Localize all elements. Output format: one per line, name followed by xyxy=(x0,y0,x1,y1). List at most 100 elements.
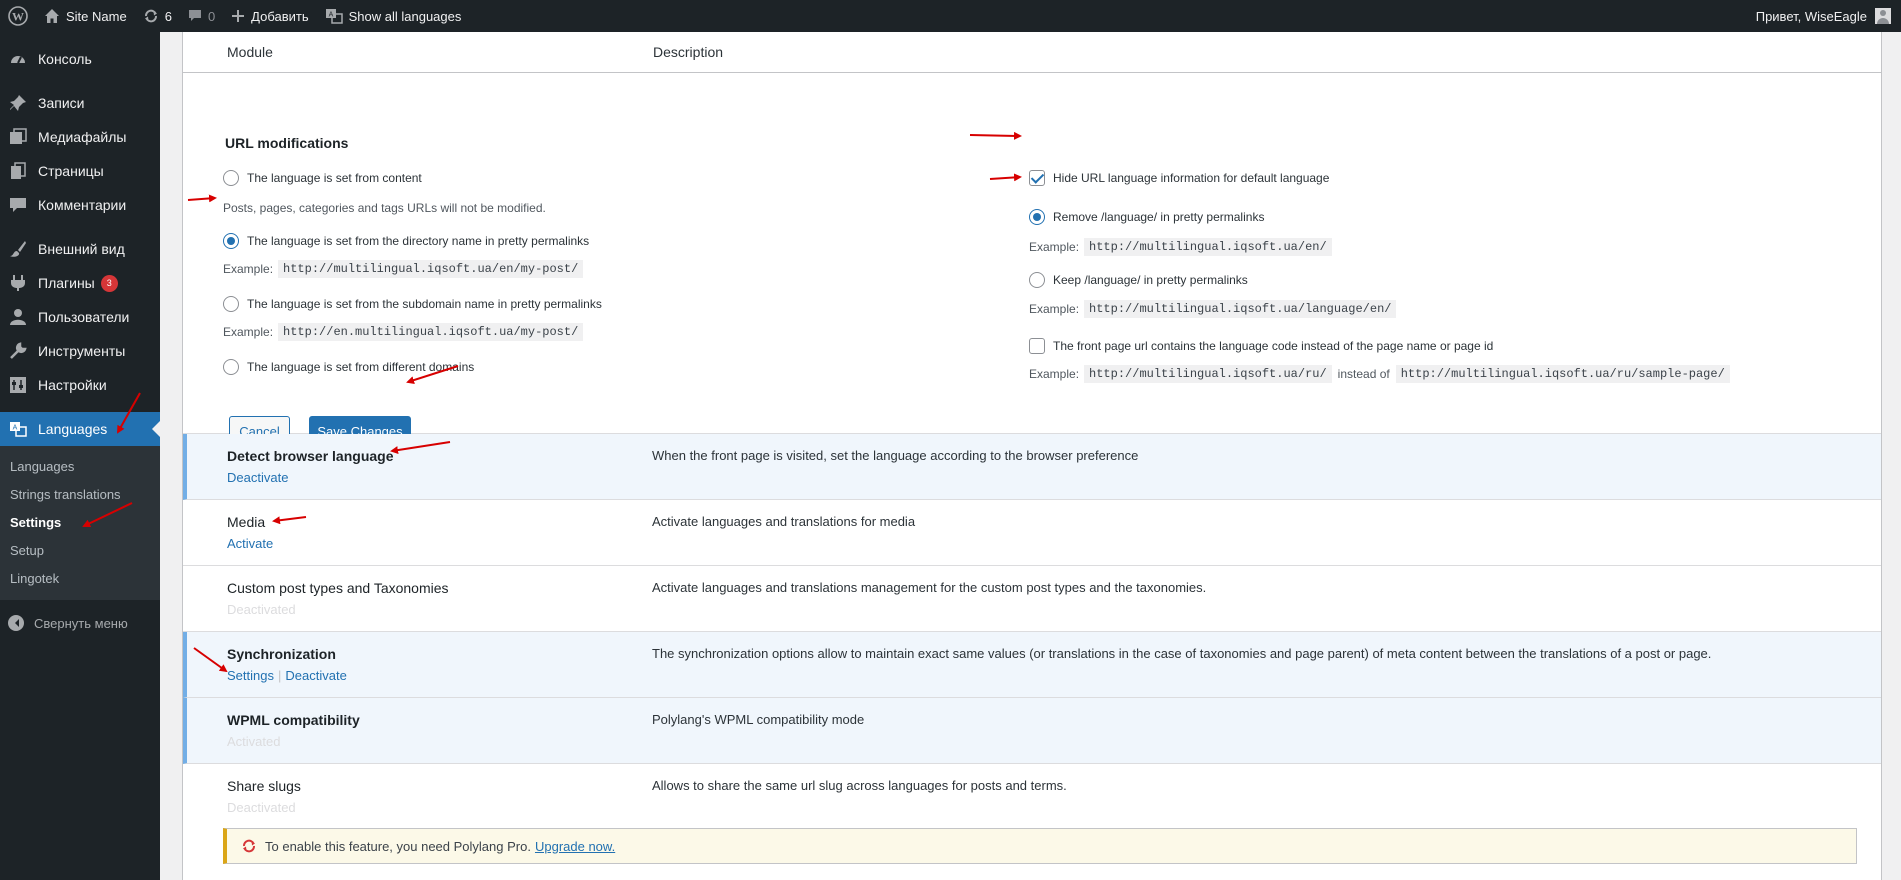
comment-icon xyxy=(8,195,28,215)
pro-notice-wrap: To enable this feature, you need Polylan… xyxy=(183,828,1881,870)
menu-item-plugins[interactable]: Плагины 3 xyxy=(0,266,160,300)
option-label: Hide URL language information for defaul… xyxy=(1053,171,1330,185)
menu-item-pages[interactable]: Страницы xyxy=(0,154,160,188)
comments-link[interactable]: 0 xyxy=(180,0,223,32)
example-url: http://multilingual.iqsoft.ua/en/ xyxy=(1084,238,1332,256)
radio-remove-language[interactable] xyxy=(1029,209,1045,225)
svg-text:A: A xyxy=(328,12,333,19)
option-hide-default-language[interactable]: Hide URL language information for defaul… xyxy=(1029,170,1329,186)
deactivated-status: Deactivated xyxy=(227,602,296,617)
upgrade-now-link[interactable]: Upgrade now. xyxy=(535,839,615,854)
option-language-from-content[interactable]: The language is set from content xyxy=(223,170,422,186)
option-keep-language[interactable]: Keep /language/ in pretty permalinks xyxy=(1029,272,1248,288)
wrench-icon xyxy=(8,341,28,361)
menu-item-dashboard[interactable]: Консоль xyxy=(0,42,160,76)
option-label: The language is set from the subdomain n… xyxy=(247,297,602,311)
module-row-share-slugs: Share slugs Deactivated Allows to share … xyxy=(183,764,1881,830)
avatar xyxy=(1875,8,1891,24)
media-icon xyxy=(8,127,28,147)
updates-link[interactable]: 6 xyxy=(135,0,180,32)
site-name-link[interactable]: Site Name xyxy=(36,0,135,32)
svg-text:W: W xyxy=(12,10,24,24)
module-actions: Activate xyxy=(227,536,273,551)
activate-link[interactable]: Activate xyxy=(227,536,273,551)
menu-label: Страницы xyxy=(38,163,104,179)
example-label: Example: xyxy=(1029,367,1080,381)
front-page-example: Example: http://multilingual.iqsoft.ua/r… xyxy=(1029,365,1730,383)
radio-directory[interactable] xyxy=(223,233,239,249)
submenu-lingotek[interactable]: Lingotek xyxy=(0,565,160,593)
menu-item-settings[interactable]: Настройки xyxy=(0,368,160,402)
radio-domains[interactable] xyxy=(223,359,239,375)
plugin-icon xyxy=(8,273,28,293)
module-description: When the front page is visited, set the … xyxy=(652,448,1139,463)
deactivate-link[interactable]: Deactivate xyxy=(227,470,288,485)
module-row-synchronization: Synchronization Settings | Deactivate The … xyxy=(183,632,1881,698)
settings-link[interactable]: Settings xyxy=(227,668,274,683)
menu-item-users[interactable]: Пользователи xyxy=(0,300,160,334)
option-front-page-language-code[interactable]: The front page url contains the language… xyxy=(1029,338,1493,354)
translation-icon: A xyxy=(325,8,343,24)
option-language-from-directory[interactable]: The language is set from the directory n… xyxy=(223,233,589,249)
menu-label: Настройки xyxy=(38,377,107,393)
show-all-languages-link[interactable]: A Show all languages xyxy=(317,0,470,32)
site-name: Site Name xyxy=(66,8,127,24)
keep-language-example: Example: http://multilingual.iqsoft.ua/l… xyxy=(1029,300,1397,318)
wordpress-logo-icon[interactable]: W xyxy=(0,0,36,32)
example-url: http://multilingual.iqsoft.ua/ru/sample-… xyxy=(1395,365,1730,383)
radio-subdomain[interactable] xyxy=(223,296,239,312)
option-remove-language[interactable]: Remove /language/ in pretty permalinks xyxy=(1029,209,1264,225)
account-menu[interactable]: Привет, WiseEagle xyxy=(1756,8,1901,24)
collapse-label: Свернуть меню xyxy=(34,615,128,631)
add-new-link[interactable]: Добавить xyxy=(223,0,316,32)
option-language-from-subdomain[interactable]: The language is set from the subdomain n… xyxy=(223,296,602,312)
menu-item-languages[interactable]: A Languages xyxy=(0,412,160,446)
module-actions: Activated xyxy=(227,734,280,749)
remove-language-example: Example: http://multilingual.iqsoft.ua/e… xyxy=(1029,238,1332,256)
checkbox-front-page[interactable] xyxy=(1029,338,1045,354)
menu-item-appearance[interactable]: Внешний вид xyxy=(0,232,160,266)
greeting: Привет, WiseEagle xyxy=(1755,8,1867,24)
module-name: Share slugs xyxy=(227,778,301,794)
menu-label: Консоль xyxy=(38,51,92,67)
module-name: WPML compatibility xyxy=(227,712,360,728)
plus-icon xyxy=(231,9,245,23)
column-module: Module xyxy=(227,44,273,60)
module-name: Media xyxy=(227,514,266,530)
submenu-settings[interactable]: Settings xyxy=(0,509,160,537)
menu-label: Комментарии xyxy=(38,197,127,213)
option-label: The language is set from content xyxy=(247,171,422,185)
option-language-from-domains[interactable]: The language is set from different domai… xyxy=(223,359,474,375)
deactivate-link[interactable]: Deactivate xyxy=(285,668,346,683)
collapse-menu-button[interactable]: Свернуть меню xyxy=(0,606,160,640)
action-separator: | xyxy=(277,668,282,683)
module-name: Detect browser language xyxy=(227,448,394,464)
table-header: Module Description xyxy=(183,32,1881,73)
menu-item-posts[interactable]: Записи xyxy=(0,86,160,120)
pin-icon xyxy=(8,93,28,113)
submenu-setup[interactable]: Setup xyxy=(0,537,160,565)
collapse-icon xyxy=(8,615,24,631)
option-label: The language is set from the directory n… xyxy=(247,234,590,248)
radio-keep-language[interactable] xyxy=(1029,272,1045,288)
menu-label: Медиафайлы xyxy=(38,129,127,145)
module-row-custom-post-types: Custom post types and Taxonomies Deactiv… xyxy=(183,566,1881,632)
example-label: Example: xyxy=(223,325,274,339)
menu-item-comments[interactable]: Комментарии xyxy=(0,188,160,222)
module-description: Activate languages and translations for … xyxy=(652,514,916,529)
radio-content[interactable] xyxy=(223,170,239,186)
menu-label: Внешний вид xyxy=(38,241,125,257)
menu-item-tools[interactable]: Инструменты xyxy=(0,334,160,368)
brush-icon xyxy=(8,239,28,259)
checkbox-hide-default[interactable] xyxy=(1029,170,1045,186)
submenu-languages[interactable]: Languages xyxy=(0,453,160,481)
example-url: http://multilingual.iqsoft.ua/ru/ xyxy=(1084,365,1332,383)
admin-sidebar: Консоль Записи Медиафайлы Страницы Комме… xyxy=(0,32,160,880)
submenu-strings-translations[interactable]: Strings translations xyxy=(0,481,160,509)
module-description: Activate languages and translations mana… xyxy=(652,580,1207,595)
example-url: http://multilingual.iqsoft.ua/en/my-post… xyxy=(278,260,584,278)
plugin-updates-badge: 3 xyxy=(100,274,118,292)
menu-item-media[interactable]: Медиафайлы xyxy=(0,120,160,154)
show-all-languages-label: Show all languages xyxy=(348,8,462,24)
home-icon xyxy=(44,8,60,24)
